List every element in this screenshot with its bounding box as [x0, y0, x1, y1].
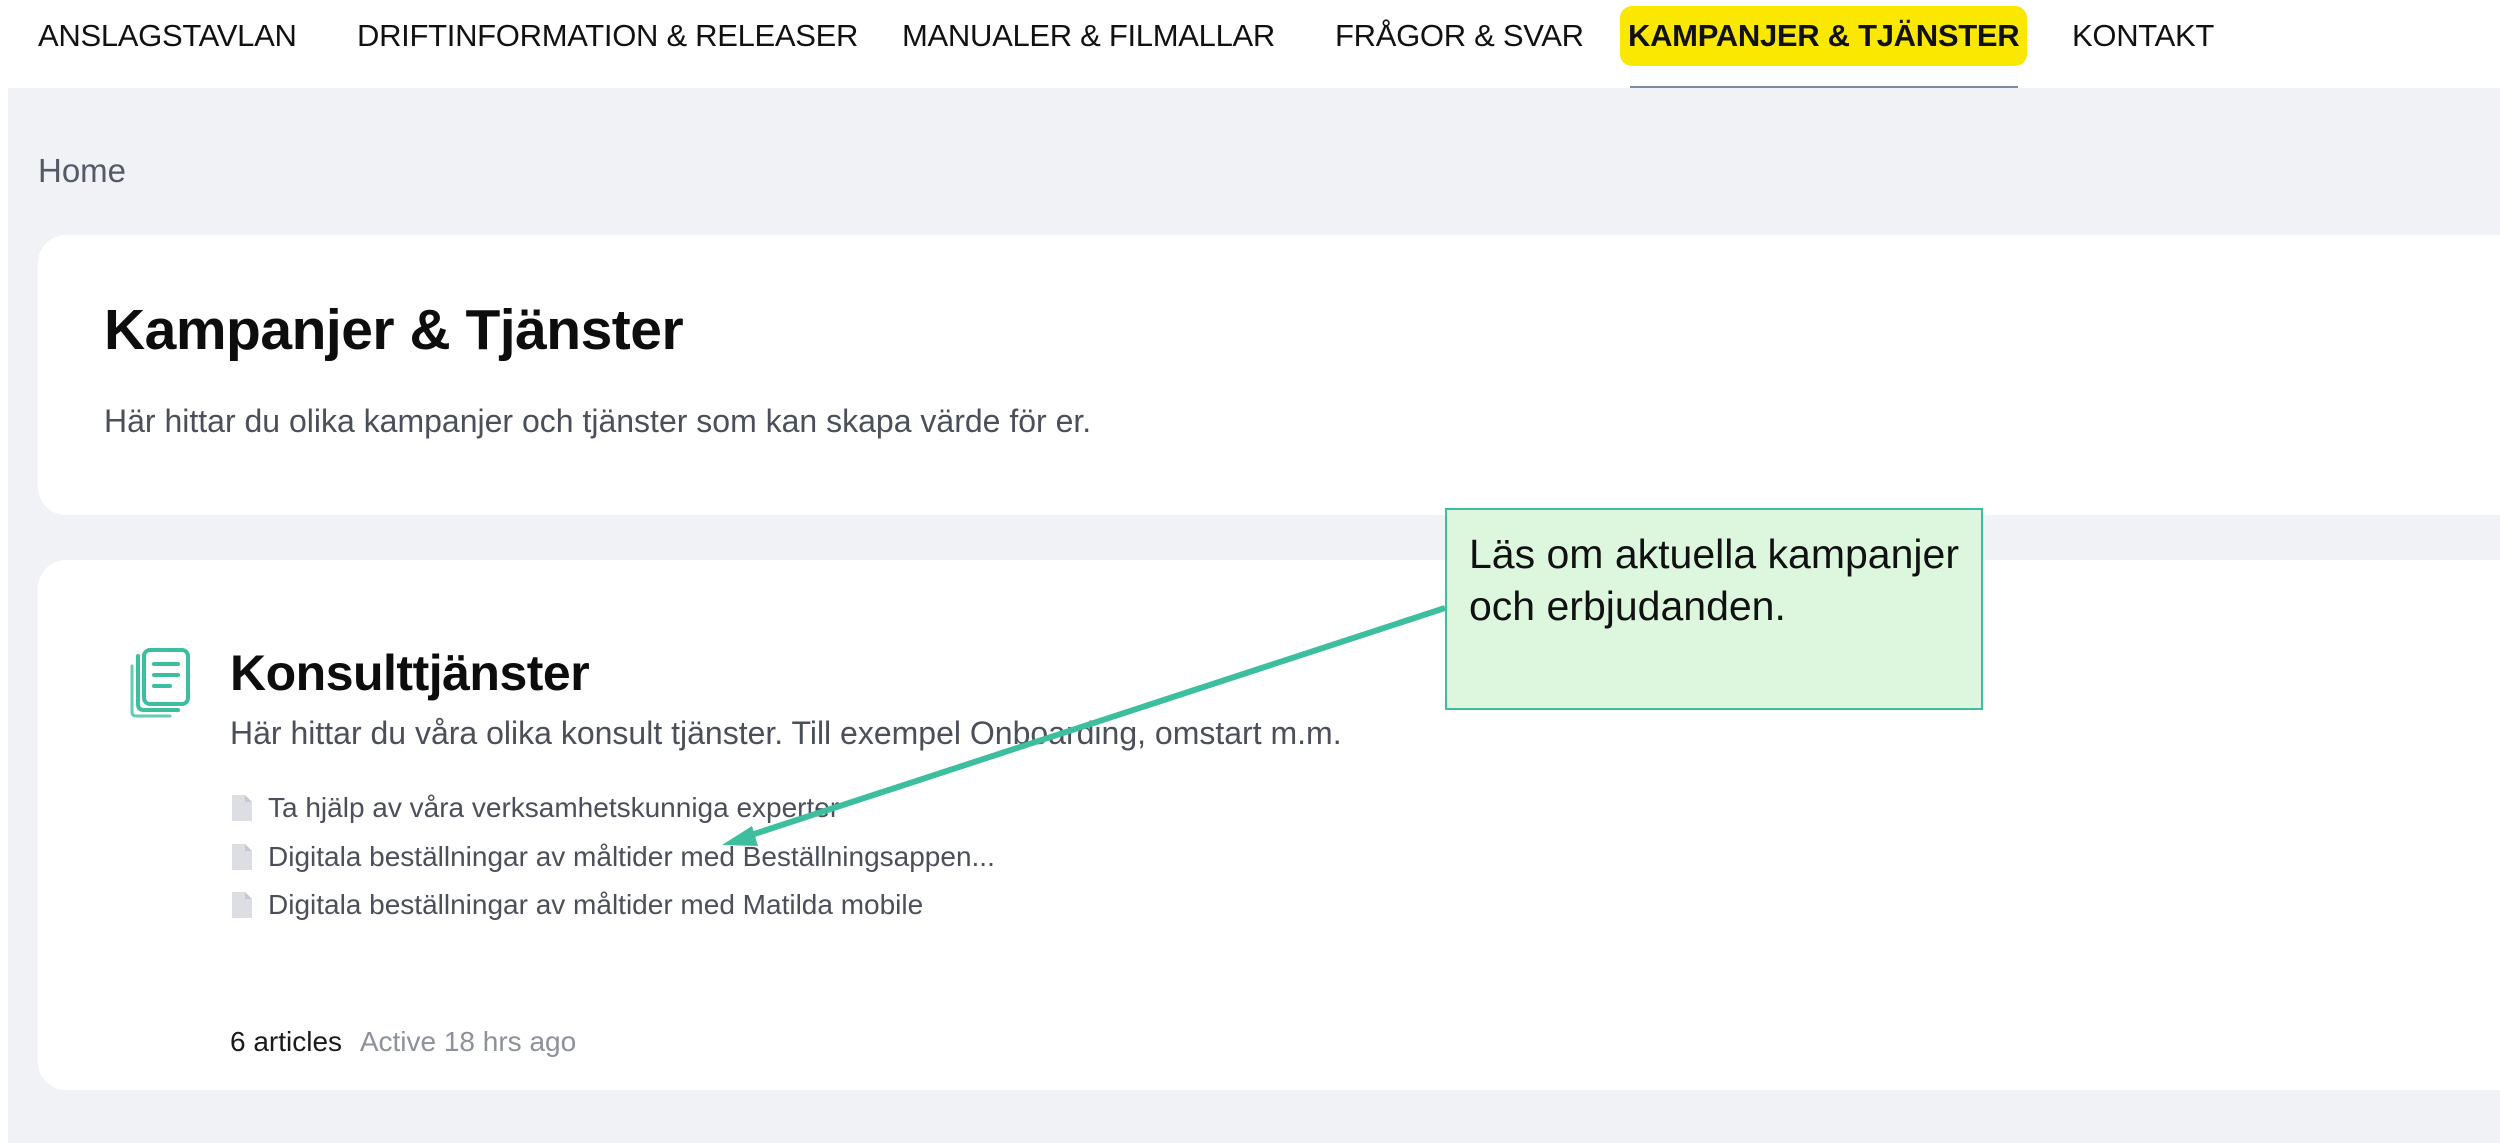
article-count: 6 articles — [230, 1026, 343, 1057]
section-card: Konsulttjänster Här hittar du våra olika… — [38, 560, 2500, 1090]
article-link[interactable]: Digitala beställningar av måltider med M… — [230, 887, 923, 923]
nav-item-driftinformation[interactable]: DRIFTINFORMATION & RELEASER — [357, 6, 858, 66]
nav-item-kontakt[interactable]: KONTAKT — [2072, 6, 2214, 66]
page-description: Här hittar du olika kampanjer och tjänst… — [104, 403, 1092, 439]
section-description: Här hittar du våra olika konsult tjänste… — [230, 715, 1342, 751]
document-icon — [232, 892, 252, 918]
annotation-callout: Läs om aktuella kampanjer och erbjudande… — [1445, 508, 1983, 710]
nav-item-kampanjer[interactable]: KAMPANJER & TJÄNSTER — [1620, 6, 2028, 66]
article-link[interactable]: Digitala beställningar av måltider med B… — [230, 839, 995, 875]
section-meta: 6 articles Active 18 hrs ago — [230, 1026, 576, 1058]
nav-item-anslagstavlan[interactable]: ANSLAGSTAVLAN — [38, 6, 297, 66]
nav-item-fragor-svar[interactable]: FRÅGOR & SVAR — [1335, 6, 1584, 66]
article-title: Ta hjälp av våra verksamhetskunniga expe… — [268, 792, 840, 823]
top-navigation: ANSLAGSTAVLAN DRIFTINFORMATION & RELEASE… — [0, 0, 2500, 88]
document-icon — [232, 795, 252, 821]
article-title: Digitala beställningar av måltider med M… — [268, 889, 924, 920]
category-header-card: Kampanjer & Tjänster Här hittar du olika… — [38, 235, 2500, 515]
activity-timestamp: Active 18 hrs ago — [359, 1026, 577, 1057]
article-list-icon — [130, 648, 190, 718]
page-content: Home Kampanjer & Tjänster Här hittar du … — [8, 88, 2500, 1143]
page-title: Kampanjer & Tjänster — [104, 298, 684, 362]
nav-item-manualer[interactable]: MANUALER & FILMALLAR — [902, 6, 1275, 66]
article-title: Digitala beställningar av måltider med B… — [268, 841, 995, 872]
breadcrumb-home[interactable]: Home — [38, 152, 126, 190]
document-icon — [232, 844, 252, 870]
article-link[interactable]: Ta hjälp av våra verksamhetskunniga expe… — [230, 790, 839, 826]
section-title[interactable]: Konsulttjänster — [230, 644, 590, 702]
